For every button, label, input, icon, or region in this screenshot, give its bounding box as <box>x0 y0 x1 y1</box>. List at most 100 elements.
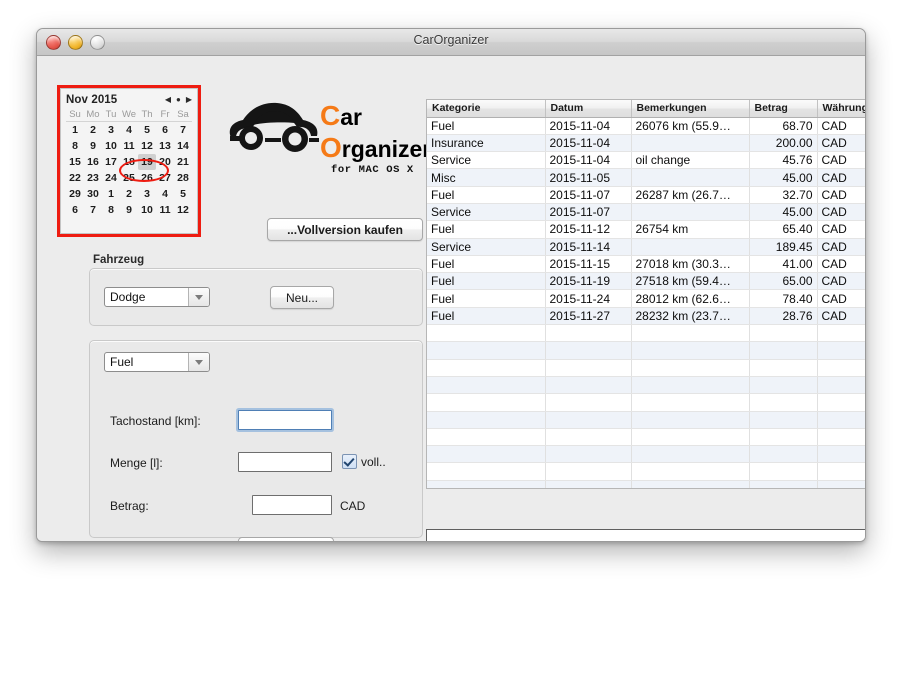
calendar-day[interactable]: 11 <box>156 202 174 218</box>
calendar-days-body[interactable]: 1234567891011121314151617181920212223242… <box>66 122 192 219</box>
new-vehicle-button[interactable]: Neu... <box>270 286 334 309</box>
table-row-empty[interactable] <box>427 480 866 489</box>
table-row[interactable]: Fuel2015-11-1927518 km (59.4…65.00CAD <box>427 273 866 290</box>
calendar-day[interactable]: 8 <box>66 138 84 154</box>
table-row[interactable]: Fuel2015-11-0426076 km (55.9…68.70CAD <box>427 117 866 134</box>
table-row[interactable]: Fuel2015-11-1527018 km (30.3…41.00CAD <box>427 255 866 272</box>
calendar-day[interactable]: 1 <box>66 122 84 139</box>
chevron-down-icon[interactable] <box>188 353 209 371</box>
table-row[interactable]: Fuel2015-11-2428012 km (62.6…78.40CAD <box>427 290 866 307</box>
vehicle-select[interactable]: Dodge <box>104 287 210 307</box>
table-row-empty[interactable] <box>427 463 866 480</box>
chevron-down-icon[interactable] <box>188 288 209 306</box>
table-row[interactable]: Service2015-11-04oil change45.76CAD <box>427 152 866 169</box>
next-month-icon[interactable]: ▶ <box>186 96 192 104</box>
calendar-day[interactable]: 28 <box>174 170 192 186</box>
price-input[interactable] <box>252 495 332 515</box>
table-cell-empty <box>545 446 631 463</box>
calendar-day[interactable]: 10 <box>102 138 120 154</box>
table-row[interactable]: Misc2015-11-0545.00CAD <box>427 169 866 186</box>
table-row[interactable]: Fuel2015-11-2728232 km (23.7…28.76CAD <box>427 307 866 324</box>
calendar-day[interactable]: 11 <box>120 138 138 154</box>
calendar-day[interactable]: 7 <box>84 202 102 218</box>
calendar-weekday-fr: Fr <box>156 109 174 122</box>
calendar-panel[interactable]: Nov 2015 ◀ ● ▶ SuMoTuWeThFrSa 1234567891… <box>60 88 198 234</box>
app-logo: Car Organizer for MAC OS X <box>225 88 421 194</box>
calendar-day[interactable]: 12 <box>174 202 192 218</box>
category-select[interactable]: Fuel <box>104 352 210 372</box>
calendar-day[interactable]: 5 <box>174 186 192 202</box>
calendar-nav[interactable]: ◀ ● ▶ <box>165 96 192 104</box>
entries-table[interactable]: KategorieDatumBemerkungenBetragWährung F… <box>427 100 866 489</box>
calendar-day[interactable]: 15 <box>66 154 84 170</box>
calendar-day[interactable]: 27 <box>156 170 174 186</box>
calendar-day[interactable]: 5 <box>138 122 156 139</box>
calendar-day-selected[interactable]: 19 <box>138 154 156 170</box>
calendar-day[interactable]: 9 <box>120 202 138 218</box>
checkbox-checked-icon[interactable] <box>342 454 357 469</box>
quantity-input[interactable] <box>238 452 332 472</box>
table-column-header-whrung[interactable]: Währung <box>817 100 866 117</box>
table-cell-empty <box>631 376 749 393</box>
table-body[interactable]: Fuel2015-11-0426076 km (55.9…68.70CADIns… <box>427 117 866 489</box>
calendar-widget[interactable]: Nov 2015 ◀ ● ▶ SuMoTuWeThFrSa 1234567891… <box>57 85 201 237</box>
full-tank-checkbox[interactable]: voll.. <box>342 454 386 469</box>
today-dot-icon[interactable]: ● <box>176 96 181 104</box>
table-cell-empty <box>427 446 545 463</box>
table-row-empty[interactable] <box>427 411 866 428</box>
calendar-day[interactable]: 23 <box>84 170 102 186</box>
calendar-day[interactable]: 16 <box>84 154 102 170</box>
table-header-row[interactable]: KategorieDatumBemerkungenBetragWährung <box>427 100 866 117</box>
table-row-empty[interactable] <box>427 428 866 445</box>
calendar-day[interactable]: 21 <box>174 154 192 170</box>
table-row-empty[interactable] <box>427 376 866 393</box>
calendar-day[interactable]: 29 <box>66 186 84 202</box>
entries-table-container[interactable]: KategorieDatumBemerkungenBetragWährung F… <box>426 99 866 489</box>
calendar-day[interactable]: 22 <box>66 170 84 186</box>
calendar-grid[interactable]: SuMoTuWeThFrSa 1234567891011121314151617… <box>66 109 192 218</box>
calendar-day-today[interactable]: 10 <box>138 202 156 218</box>
calendar-day[interactable]: 25 <box>120 170 138 186</box>
table-row[interactable]: Service2015-11-14189.45CAD <box>427 238 866 255</box>
calendar-day[interactable]: 4 <box>156 186 174 202</box>
calendar-day[interactable]: 1 <box>102 186 120 202</box>
table-row[interactable]: Service2015-11-0745.00CAD <box>427 203 866 220</box>
odometer-input[interactable] <box>238 410 332 430</box>
calendar-day[interactable]: 8 <box>102 202 120 218</box>
buy-full-version-button[interactable]: ...Vollversion kaufen <box>267 218 423 241</box>
calendar-day[interactable]: 6 <box>66 202 84 218</box>
prev-month-icon[interactable]: ◀ <box>165 96 171 104</box>
table-row-empty[interactable] <box>427 342 866 359</box>
calendar-day[interactable]: 3 <box>138 186 156 202</box>
table-row-empty[interactable] <box>427 446 866 463</box>
table-row[interactable]: Insurance2015-11-04200.00CAD <box>427 134 866 151</box>
calendar-day[interactable]: 4 <box>120 122 138 139</box>
calendar-day[interactable]: 2 <box>120 186 138 202</box>
comment-input[interactable] <box>426 529 866 542</box>
table-column-header-kategorie[interactable]: Kategorie <box>427 100 545 117</box>
table-column-header-betrag[interactable]: Betrag <box>749 100 817 117</box>
calendar-day[interactable]: 12 <box>138 138 156 154</box>
calendar-day[interactable]: 17 <box>102 154 120 170</box>
table-row-empty[interactable] <box>427 359 866 376</box>
calendar-day[interactable]: 7 <box>174 122 192 139</box>
table-row-empty[interactable] <box>427 325 866 342</box>
calendar-day[interactable]: 3 <box>102 122 120 139</box>
table-row[interactable]: Fuel2015-11-1226754 km65.40CAD <box>427 221 866 238</box>
logo-letter-o: O <box>320 132 342 163</box>
calendar-day[interactable]: 9 <box>84 138 102 154</box>
calendar-day[interactable]: 2 <box>84 122 102 139</box>
calendar-day[interactable]: 24 <box>102 170 120 186</box>
calendar-day[interactable]: 30 <box>84 186 102 202</box>
table-column-header-bemerkungen[interactable]: Bemerkungen <box>631 100 749 117</box>
add-entry-button[interactable]: Hinzufügen <box>238 537 334 542</box>
calendar-day[interactable]: 14 <box>174 138 192 154</box>
calendar-day[interactable]: 20 <box>156 154 174 170</box>
calendar-day[interactable]: 6 <box>156 122 174 139</box>
calendar-day[interactable]: 26 <box>138 170 156 186</box>
table-row[interactable]: Fuel2015-11-0726287 km (26.7…32.70CAD <box>427 186 866 203</box>
calendar-day[interactable]: 13 <box>156 138 174 154</box>
table-column-header-datum[interactable]: Datum <box>545 100 631 117</box>
calendar-day[interactable]: 18 <box>120 154 138 170</box>
table-row-empty[interactable] <box>427 394 866 411</box>
